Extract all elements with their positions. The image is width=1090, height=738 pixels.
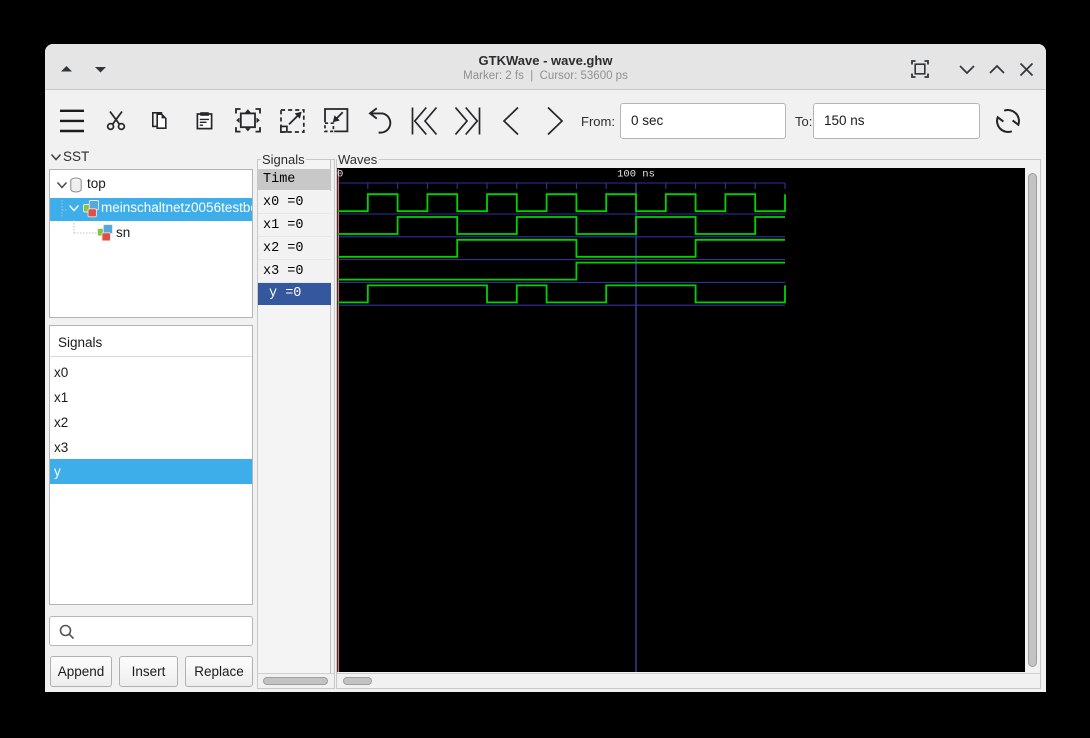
svg-text:100 ns: 100 ns bbox=[617, 169, 655, 181]
svg-text:0: 0 bbox=[337, 169, 343, 181]
